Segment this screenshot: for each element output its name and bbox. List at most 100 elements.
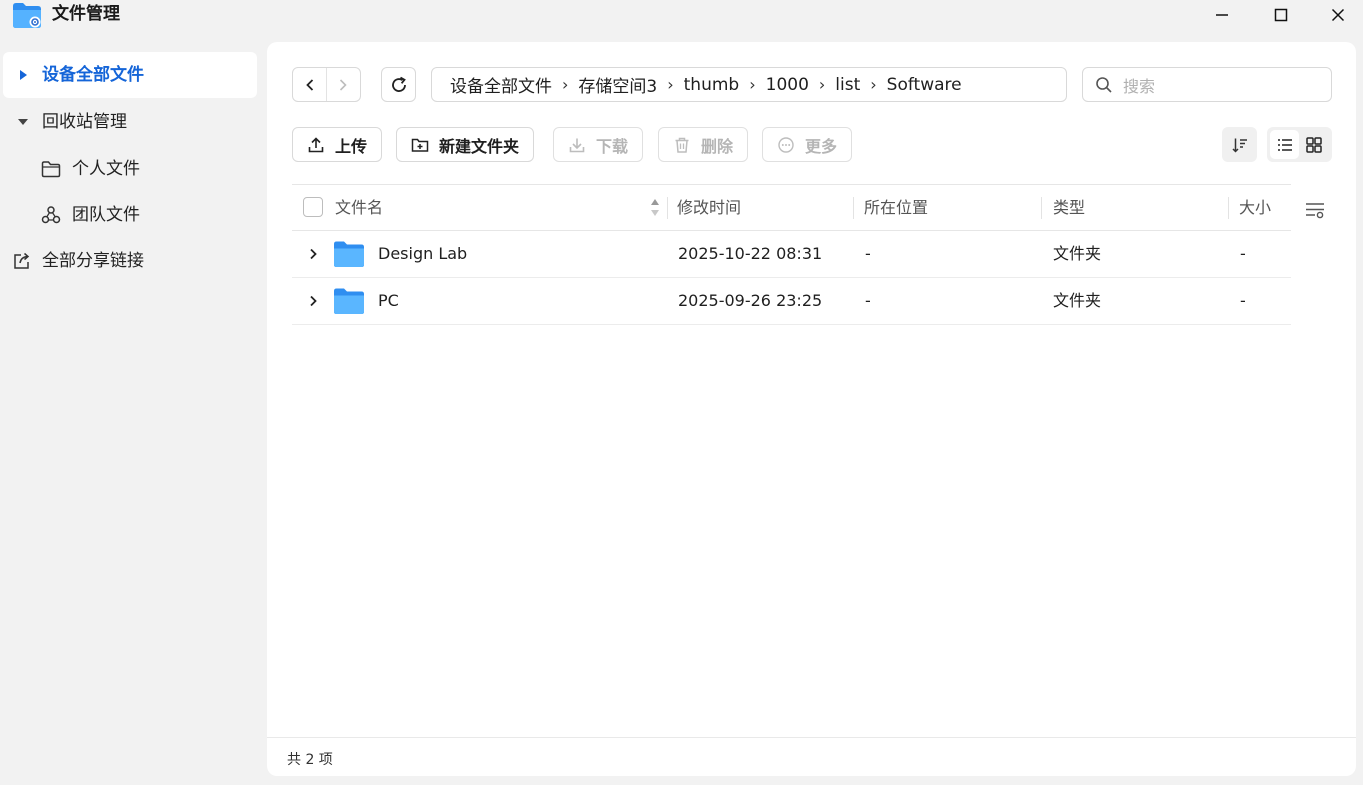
column-header-size[interactable]: 大小 (1239, 197, 1271, 219)
grid-view-icon (1305, 136, 1322, 153)
breadcrumb-separator-icon: › (667, 75, 674, 94)
file-size: - (1240, 244, 1246, 263)
share-icon (12, 251, 32, 271)
sidebar-item-label: 设备全部文件 (42, 65, 144, 85)
file-type: 文件夹 (1053, 244, 1102, 263)
file-location: - (865, 244, 871, 263)
delete-label: 删除 (701, 136, 734, 156)
breadcrumb-separator-icon: › (562, 75, 569, 94)
file-size: - (1240, 291, 1246, 310)
column-header-modified[interactable]: 修改时间 (677, 197, 741, 219)
minimize-button[interactable] (1208, 4, 1236, 26)
item-count: 共 2 项 (287, 752, 333, 768)
modified-time: 2025-10-22 08:31 (678, 244, 823, 263)
sort-icon (1231, 138, 1247, 153)
caret-right-icon[interactable] (15, 67, 31, 83)
sidebar: 设备全部文件 回收站管理 个人文件 团队文件 全部分享链接 (0, 42, 262, 785)
file-name: Design Lab (378, 244, 468, 263)
breadcrumb-separator-icon: › (749, 75, 756, 94)
sort-arrows-icon[interactable] (649, 196, 661, 220)
folder-outline-icon (41, 159, 61, 179)
download-button[interactable]: 下载 (553, 127, 644, 162)
column-separator[interactable] (667, 197, 668, 219)
maximize-button[interactable] (1267, 4, 1295, 26)
list-view-button[interactable] (1270, 130, 1299, 159)
column-header-location[interactable]: 所在位置 (864, 197, 928, 219)
status-bar: 共 2 项 (267, 737, 1356, 776)
file-type: 文件夹 (1053, 291, 1102, 310)
table-row[interactable]: PC 2025-09-26 23:25 - 文件夹 - (292, 278, 1291, 325)
upload-label: 上传 (335, 136, 368, 156)
select-all-checkbox[interactable] (303, 197, 323, 217)
file-location: - (865, 291, 871, 310)
trash-icon (673, 136, 691, 154)
breadcrumb-separator-icon: › (818, 75, 826, 94)
column-header-name[interactable]: 文件名 (335, 197, 383, 219)
app-title: 文件管理 (52, 4, 120, 24)
back-button[interactable] (293, 68, 326, 101)
search-placeholder: 搜索 (1123, 76, 1156, 96)
caret-down-icon[interactable] (15, 114, 31, 130)
view-switcher (1267, 127, 1332, 162)
more-label: 更多 (805, 136, 838, 156)
refresh-icon (391, 76, 406, 92)
new-folder-button[interactable]: 新建文件夹 (396, 127, 535, 162)
title-bar: 文件管理 (0, 0, 1363, 34)
folder-icon (334, 241, 364, 267)
breadcrumb-item-list[interactable]: list (835, 75, 860, 95)
sidebar-item-team-files[interactable]: 团队文件 (3, 192, 257, 238)
chevron-left-icon (305, 78, 313, 91)
column-settings-icon[interactable] (1304, 200, 1326, 220)
breadcrumb-separator-icon: › (870, 75, 877, 94)
modified-time: 2025-09-26 23:25 (678, 291, 823, 310)
table-row[interactable]: Design Lab 2025-10-22 08:31 - 文件夹 - (292, 231, 1291, 278)
column-separator[interactable] (1228, 197, 1229, 219)
breadcrumb-item-thumb[interactable]: thumb (684, 75, 740, 95)
file-manager-app-icon (12, 1, 42, 29)
list-view-icon (1277, 138, 1292, 151)
file-name: PC (378, 291, 399, 310)
search-icon (1096, 76, 1112, 93)
more-icon (777, 136, 795, 154)
main-panel: 设备全部文件 › 存储空间3 › thumb › 1000 › list › S… (267, 42, 1356, 776)
breadcrumb-item-storage[interactable]: 存储空间3 (578, 72, 657, 97)
expand-chevron-icon[interactable] (306, 293, 320, 309)
table-header: 文件名 修改时间 所在位置 类型 大小 (292, 184, 1291, 231)
breadcrumb-item-1000[interactable]: 1000 (766, 75, 809, 95)
sidebar-item-all-files[interactable]: 设备全部文件 (3, 52, 257, 98)
sidebar-item-label: 个人文件 (72, 159, 140, 179)
sidebar-item-personal-files[interactable]: 个人文件 (3, 146, 257, 192)
breadcrumb-item-software[interactable]: Software (887, 75, 962, 95)
sidebar-item-recycle-bin[interactable]: 回收站管理 (3, 99, 257, 145)
column-separator[interactable] (1041, 197, 1042, 219)
sidebar-item-share-links[interactable]: 全部分享链接 (3, 238, 257, 284)
delete-button[interactable]: 删除 (658, 127, 749, 162)
grid-view-button[interactable] (1299, 130, 1328, 159)
close-icon (1331, 8, 1345, 22)
sidebar-item-label: 全部分享链接 (42, 251, 144, 271)
breadcrumb: 设备全部文件 › 存储空间3 › thumb › 1000 › list › S… (431, 67, 1067, 102)
minimize-icon (1216, 14, 1228, 16)
search-input[interactable]: 搜索 (1082, 67, 1332, 102)
chevron-right-icon (340, 78, 348, 91)
refresh-button[interactable] (381, 67, 416, 102)
file-table: 文件名 修改时间 所在位置 类型 大小 Design Lab 2025-10-2… (292, 184, 1291, 325)
sort-button[interactable] (1222, 127, 1257, 162)
forward-button[interactable] (327, 68, 360, 101)
download-label: 下载 (596, 136, 629, 156)
column-header-type[interactable]: 类型 (1053, 197, 1085, 219)
team-icon (41, 205, 61, 225)
new-folder-label: 新建文件夹 (439, 136, 520, 156)
sidebar-item-label: 团队文件 (72, 205, 140, 225)
new-folder-icon (411, 136, 429, 154)
expand-chevron-icon[interactable] (306, 246, 320, 262)
close-button[interactable] (1324, 4, 1352, 26)
maximize-icon (1274, 8, 1288, 22)
column-separator[interactable] (853, 197, 854, 219)
download-icon (568, 136, 586, 154)
folder-icon (334, 288, 364, 314)
breadcrumb-item-root[interactable]: 设备全部文件 (450, 72, 552, 97)
upload-button[interactable]: 上传 (292, 127, 383, 162)
sidebar-item-label: 回收站管理 (42, 112, 127, 132)
more-button[interactable]: 更多 (762, 127, 853, 162)
